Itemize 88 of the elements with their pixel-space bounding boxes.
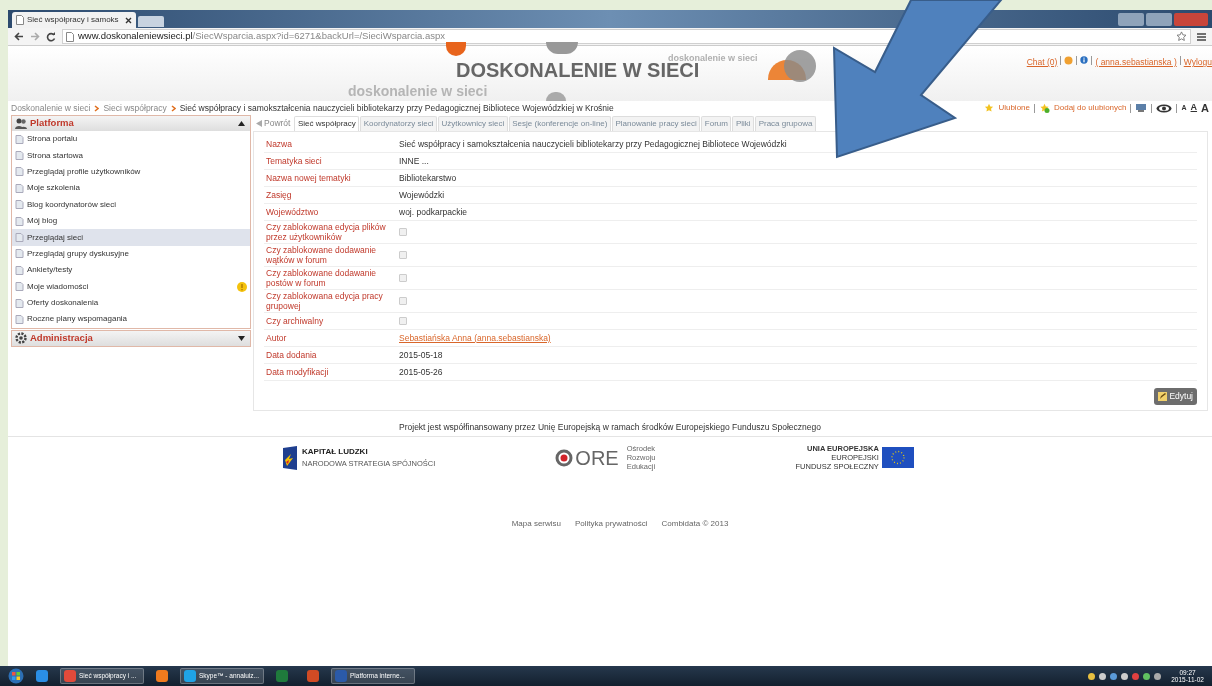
add-favorite-link[interactable]: Dodaj do ulubionych: [1054, 102, 1127, 114]
page-icon: [16, 15, 24, 25]
tab[interactable]: Sieć współpracy: [294, 116, 360, 131]
footer-link[interactable]: Combidata © 2013: [661, 518, 729, 530]
tab[interactable]: Koordynatorzy sieci: [360, 116, 438, 131]
app-icon: [156, 670, 168, 682]
footer-link[interactable]: Polityka prywatności: [575, 518, 648, 530]
logo-text: KAPITAŁ LUDZKI: [302, 445, 369, 458]
pencil-icon: [1158, 392, 1168, 401]
field-label: Tematyka sieci: [265, 156, 323, 166]
logo-tagline: doskonalenie w sieci: [668, 52, 758, 63]
checkbox[interactable]: [399, 317, 407, 325]
tab[interactable]: Użytkownicy sieci: [438, 116, 508, 131]
user-link[interactable]: Chat (0): [1026, 56, 1058, 69]
gear-icon: [15, 332, 27, 345]
sidebar-item[interactable]: Przeglądaj sieci: [12, 229, 250, 246]
address-bar[interactable]: www.doskonaleniewsieci.pl/SiecWsparcia.aspx?id=6271&backUrl=/SieciWsparcia.aspx: [62, 29, 1191, 44]
start-icon[interactable]: [8, 668, 24, 684]
tab[interactable]: Praca grupowa: [755, 116, 816, 131]
app-icon: [36, 670, 48, 682]
breadcrumb-link[interactable]: Sieci współpracy: [103, 101, 167, 115]
field-label: Województwo: [265, 207, 320, 217]
ring-icon: [555, 448, 574, 467]
checkbox[interactable]: [399, 228, 407, 236]
page-icon: [66, 31, 74, 42]
edit-button[interactable]: Edytuj: [1154, 388, 1197, 405]
footer-note: Projekt jest współfinansowany przez Unię Europejską w ramach środków Europejskiego Funduszu Społecznego: [399, 421, 821, 433]
chevron-icon: [170, 104, 176, 112]
user-link[interactable]: ( anna.sebastianska ): [1095, 56, 1177, 69]
menu-icon[interactable]: [1197, 32, 1206, 41]
logo-tagline: doskonalenie w sieci: [348, 82, 488, 101]
font-size-link[interactable]: A: [1201, 99, 1209, 117]
favorites-link[interactable]: Ulubione: [998, 102, 1030, 114]
eye-icon[interactable]: [1156, 103, 1173, 113]
app-icon: [64, 670, 76, 682]
star-add-icon: [1039, 103, 1050, 113]
field-label: Zasięg: [265, 190, 293, 200]
field-label: Czy archiwalny: [265, 316, 325, 326]
field-value: Bibliotekarstwo: [399, 171, 457, 185]
flag-emblem-icon: [283, 445, 297, 470]
author-link[interactable]: Sebastiańska Anna (anna.sebastianska): [399, 331, 551, 345]
section-header[interactable]: Administracja: [12, 330, 250, 346]
browser-tab[interactable]: Sieć współpracy i samoks: [12, 12, 136, 28]
field-value: 2015-05-26: [399, 365, 443, 379]
field-label: Czy zablokowana edycja plików przez użytkowników: [265, 222, 387, 242]
checkbox[interactable]: [399, 251, 407, 259]
tab[interactable]: Sesje (konferencje on-line): [508, 116, 611, 131]
footer-link[interactable]: Mapa serwisu: [511, 518, 561, 530]
field-label: Czy zablokowane dodawanie postów w forum: [265, 268, 378, 288]
user-link[interactable]: Wylogu: [1183, 56, 1212, 69]
checkbox[interactable]: [399, 297, 407, 305]
people-icon: [15, 118, 27, 129]
tab-title: Sieć współpracy i samoks: [27, 14, 119, 26]
help-icon[interactable]: [1080, 56, 1089, 64]
field-label: Data dodania: [265, 350, 318, 360]
app-icon: [307, 670, 319, 682]
back-link[interactable]: Powrót: [253, 116, 294, 131]
font-size-link[interactable]: A: [1190, 101, 1198, 115]
tab[interactable]: Pliki: [732, 116, 755, 131]
chevron-icon: [94, 104, 100, 112]
tab[interactable]: Planowanie pracy sieci: [611, 116, 701, 131]
logo-text: ORE: [575, 447, 619, 468]
field-value: Sieć współpracy i samokształcenia nauczycieli bibliotekarzy przy Pedagogicznej Bibliotece Wojewódzki: [399, 137, 787, 151]
field-label: Data modyfikacji: [265, 367, 330, 377]
field-value: 2015-05-18: [399, 348, 443, 362]
close-icon[interactable]: [125, 16, 132, 24]
eu-flag-icon: [881, 447, 914, 468]
field-value: woj. podkarpackie: [399, 205, 468, 219]
field-value: Wojewódzki: [399, 188, 445, 202]
star-icon: [984, 103, 995, 113]
field-label: Nazwa nowej tematyki: [265, 173, 352, 183]
app-icon: [276, 670, 288, 682]
checkbox[interactable]: [399, 274, 407, 282]
tab[interactable]: Forum: [701, 116, 732, 131]
breadcrumb-link[interactable]: Doskonalenie w sieci: [11, 101, 91, 115]
field-label: Czy zablokowana edycja pracy grupowej: [265, 291, 384, 311]
section-header[interactable]: Platforma: [12, 116, 250, 131]
field-label: Czy zablokowane dodawanie wątków w forum: [265, 245, 378, 265]
field-value: INNE ...: [399, 154, 429, 168]
app-icon: [335, 670, 347, 682]
back-icon[interactable]: [14, 32, 24, 41]
app-icon: [184, 670, 196, 682]
monitor-icon[interactable]: [1135, 103, 1148, 113]
star-icon[interactable]: [1176, 31, 1187, 42]
back-arrow-icon: [256, 120, 262, 127]
field-label: Autor: [265, 333, 288, 343]
reload-icon[interactable]: [46, 31, 56, 42]
field-label: Nazwa: [265, 139, 293, 149]
